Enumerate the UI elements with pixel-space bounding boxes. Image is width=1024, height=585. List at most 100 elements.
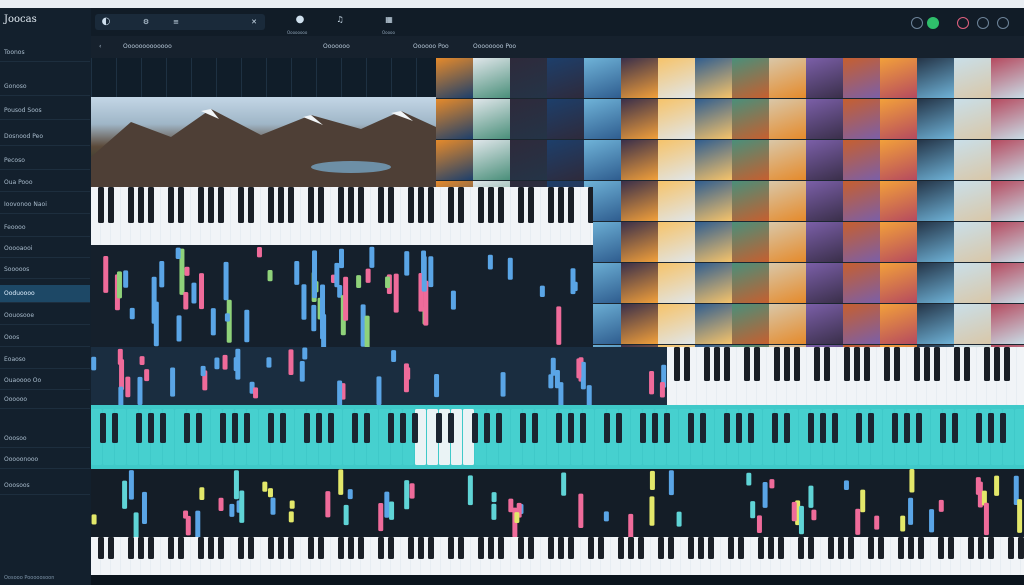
sidebar-item-3[interactable]: Dosnood Peo: [0, 128, 90, 146]
thumbnail[interactable]: [510, 58, 547, 98]
thumbnail[interactable]: [843, 222, 880, 262]
thumbnail[interactable]: [991, 58, 1024, 98]
thumbnail[interactable]: [732, 99, 769, 139]
thumbnail[interactable]: [436, 99, 473, 139]
sidebar-item-18[interactable]: Ooosoos: [0, 477, 90, 495]
thumbnail[interactable]: [954, 304, 991, 344]
thumbnail[interactable]: [769, 99, 806, 139]
thumbnail[interactable]: [621, 58, 658, 98]
sidebar-item-13[interactable]: Eoaoso: [0, 351, 90, 369]
thumbnail[interactable]: [917, 99, 954, 139]
thumbnail[interactable]: [954, 181, 991, 221]
thumbnail[interactable]: [621, 140, 658, 180]
thumbnail[interactable]: [658, 263, 695, 303]
thumbnail[interactable]: [732, 140, 769, 180]
thumbnail[interactable]: [695, 181, 732, 221]
sidebar-item-9[interactable]: Sooooos: [0, 261, 90, 279]
thumbnail[interactable]: [954, 99, 991, 139]
thumbnail[interactable]: [658, 222, 695, 262]
sidebar-item-5[interactable]: Oua Pooo: [0, 174, 90, 192]
thumbnail[interactable]: [621, 263, 658, 303]
thumbnail[interactable]: [695, 222, 732, 262]
thumbnail[interactable]: [880, 304, 917, 344]
thumbnail[interactable]: [769, 181, 806, 221]
sidebar-item-12[interactable]: Ooos: [0, 329, 90, 347]
search-icon[interactable]: [911, 17, 923, 29]
sidebar-item-15[interactable]: Oooooo: [0, 391, 90, 409]
thumbnail[interactable]: [547, 140, 584, 180]
thumbnail[interactable]: [769, 263, 806, 303]
thumbnail[interactable]: [621, 99, 658, 139]
thumbnail[interactable]: [695, 304, 732, 344]
thumbnail[interactable]: [547, 99, 584, 139]
thumbnail[interactable]: [991, 181, 1024, 221]
thumbnail[interactable]: [991, 140, 1024, 180]
thumbnail[interactable]: [436, 140, 473, 180]
sidebar-item-6[interactable]: Ioovonoo Naoi: [0, 196, 90, 214]
back-icon[interactable]: ‹: [99, 43, 101, 50]
thumbnail[interactable]: [917, 304, 954, 344]
close-icon[interactable]: ✕: [247, 15, 261, 29]
thumbnail[interactable]: [917, 140, 954, 180]
thumbnail[interactable]: [917, 181, 954, 221]
sidebar-item-14[interactable]: Ouaoooo Oo: [0, 372, 90, 390]
thumbnail[interactable]: [917, 58, 954, 98]
thumbnail[interactable]: [843, 140, 880, 180]
bell-icon[interactable]: [977, 17, 989, 29]
thumbnail[interactable]: [473, 99, 510, 139]
thumbnail[interactable]: [695, 58, 732, 98]
thumbnail[interactable]: [769, 304, 806, 344]
thumbnail[interactable]: [732, 181, 769, 221]
thumbnail[interactable]: [510, 99, 547, 139]
thumbnail[interactable]: [991, 222, 1024, 262]
thumbnail[interactable]: [954, 222, 991, 262]
record-icon[interactable]: ●: [293, 13, 307, 27]
sidebar-item-11[interactable]: Oouosooe: [0, 307, 90, 325]
thumbnail[interactable]: [991, 263, 1024, 303]
thumbnail[interactable]: [658, 181, 695, 221]
thumbnail[interactable]: [584, 58, 621, 98]
sidebar-item-7[interactable]: Feoooo: [0, 219, 90, 237]
thumbnail[interactable]: [473, 58, 510, 98]
sidebar-item-2[interactable]: Pousod Soos: [0, 102, 90, 120]
thumbnail[interactable]: [584, 99, 621, 139]
user-icon[interactable]: [957, 17, 969, 29]
status-icon[interactable]: [927, 17, 939, 29]
thumbnail[interactable]: [732, 304, 769, 344]
thumbnail[interactable]: [695, 99, 732, 139]
thumbnail[interactable]: [806, 58, 843, 98]
thumbnail[interactable]: [658, 99, 695, 139]
help-icon[interactable]: [997, 17, 1009, 29]
thumbnail[interactable]: [436, 58, 473, 98]
settings-icon[interactable]: ⚙: [139, 15, 153, 29]
thumbnail[interactable]: [658, 140, 695, 180]
waveform-icon[interactable]: ♫: [333, 13, 347, 27]
sidebar-item-10[interactable]: Ooduoooo: [0, 285, 90, 303]
thumbnail[interactable]: [880, 140, 917, 180]
thumbnail[interactable]: [880, 58, 917, 98]
sidebar-item-1[interactable]: Gonoso: [0, 78, 90, 96]
thumbnail[interactable]: [658, 304, 695, 344]
thumbnail[interactable]: [954, 140, 991, 180]
thumbnail[interactable]: [732, 58, 769, 98]
thumbnail[interactable]: [843, 58, 880, 98]
thumbnail[interactable]: [806, 140, 843, 180]
thumbnail[interactable]: [806, 181, 843, 221]
thumbnail[interactable]: [806, 304, 843, 344]
thumbnail[interactable]: [473, 140, 510, 180]
thumbnail[interactable]: [695, 263, 732, 303]
thumbnail[interactable]: [991, 99, 1024, 139]
thumbnail[interactable]: [621, 222, 658, 262]
grid-icon[interactable]: ▦: [382, 13, 396, 27]
thumbnail[interactable]: [991, 304, 1024, 344]
thumbnail[interactable]: [621, 181, 658, 221]
thumbnail[interactable]: [917, 222, 954, 262]
thumbnail[interactable]: [880, 99, 917, 139]
thumbnail[interactable]: [510, 140, 547, 180]
mixer-icon[interactable]: ≡: [169, 15, 183, 29]
thumbnail[interactable]: [769, 58, 806, 98]
thumbnail[interactable]: [954, 58, 991, 98]
thumbnail[interactable]: [769, 140, 806, 180]
thumbnail[interactable]: [621, 304, 658, 344]
thumbnail[interactable]: [806, 99, 843, 139]
